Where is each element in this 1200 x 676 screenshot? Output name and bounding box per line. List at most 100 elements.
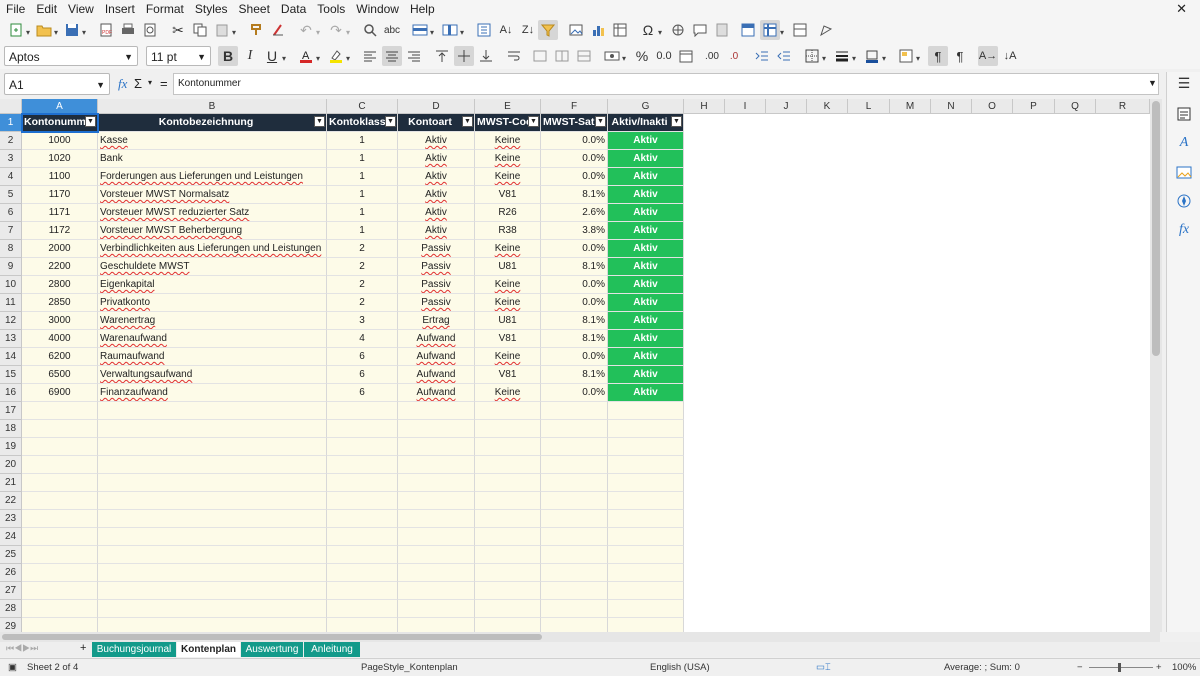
table-cell[interactable]: Eigenkapital [98,276,327,294]
menu-sheet[interactable]: Sheet [233,0,275,17]
sheet-tab-auswertung[interactable]: Auswertung [241,642,303,657]
row-header[interactable]: 16 [0,384,22,402]
table-cell[interactable]: Aktiv [398,222,475,240]
table-cell[interactable] [541,510,608,528]
table-cell[interactable]: Raumaufwand [98,348,327,366]
table-cell[interactable] [608,564,684,582]
chevron-down-icon[interactable]: ▼ [124,47,133,67]
font-color-icon[interactable]: A [296,46,316,66]
table-cell[interactable] [475,456,541,474]
table-cell[interactable] [22,600,98,618]
table-cell[interactable]: Aktiv [608,258,684,276]
table-cell[interactable]: Passiv [398,240,475,258]
table-cell[interactable]: 8.1% [541,186,608,204]
table-cell[interactable]: Vorsteuer MWST Normalsatz [98,186,327,204]
sheet-tab-anleitung[interactable]: Anleitung [304,642,360,657]
column-header-g[interactable]: G [608,99,684,114]
row-header[interactable]: 12 [0,312,22,330]
table-cell[interactable] [22,546,98,564]
autofilter-icon[interactable] [538,20,558,40]
table-cell[interactable]: Warenertrag [98,312,327,330]
table-cell[interactable]: Aktiv [608,150,684,168]
table-cell[interactable]: Passiv [398,258,475,276]
table-cell[interactable] [608,546,684,564]
menu-file[interactable]: File [0,0,30,17]
table-cell[interactable]: 0.0% [541,168,608,186]
chevron-down-icon[interactable]: ▼ [96,74,105,96]
font-size-box[interactable]: 11 pt ▼ [146,46,211,66]
table-cell[interactable]: 1020 [22,150,98,168]
table-cell[interactable]: 8.1% [541,330,608,348]
split-window-icon[interactable] [790,20,810,40]
table-cell[interactable]: R38 [475,222,541,240]
save-icon[interactable] [62,20,82,40]
table-cell[interactable] [22,420,98,438]
table-cell[interactable]: Passiv [398,294,475,312]
table-cell[interactable] [541,564,608,582]
find-replace-icon[interactable] [360,20,380,40]
table-cell[interactable]: 6 [327,348,398,366]
table-cell[interactable]: Aktiv [608,240,684,258]
table-cell[interactable]: Aufwand [398,384,475,402]
table-cell[interactable] [98,546,327,564]
table-cell[interactable]: 6 [327,384,398,402]
table-cell[interactable] [98,600,327,618]
table-cell[interactable]: Aktiv [608,384,684,402]
row-header[interactable]: 7 [0,222,22,240]
table-cell[interactable]: Aktiv [398,204,475,222]
table-cell[interactable]: Verwaltungsaufwand [98,366,327,384]
row-header[interactable]: 6 [0,204,22,222]
table-cell[interactable] [327,564,398,582]
column-header-l[interactable]: L [848,99,890,114]
selection-mode-icon[interactable]: ▭⌶ [816,659,831,676]
table-cell[interactable]: 1000 [22,132,98,150]
comment-icon[interactable] [690,20,710,40]
special-character-icon[interactable]: Ω [638,20,658,40]
column-header-h[interactable]: H [684,99,725,114]
table-cell[interactable]: Aufwand [398,348,475,366]
table-cell[interactable]: 2.6% [541,204,608,222]
borders-icon[interactable] [802,46,822,66]
table-cell[interactable]: 4000 [22,330,98,348]
table-cell[interactable] [541,600,608,618]
table-cell[interactable]: Keine [475,150,541,168]
table-cell[interactable]: Forderungen aus Lieferungen und Leistung… [98,168,327,186]
table-cell[interactable]: 6500 [22,366,98,384]
row-header[interactable]: 29 [0,618,22,632]
table-cell[interactable]: Verbindlichkeiten aus Lieferungen und Le… [98,240,327,258]
table-cell[interactable] [475,564,541,582]
table-cell[interactable]: Aktiv [608,276,684,294]
table-cell[interactable]: Keine [475,348,541,366]
center-vertically-icon[interactable] [454,46,474,66]
table-cell[interactable]: 1172 [22,222,98,240]
menu-view[interactable]: View [62,0,99,17]
table-cell[interactable]: Geschuldete MWST [98,258,327,276]
table-cell[interactable]: 0.0% [541,348,608,366]
menu-insert[interactable]: Insert [99,0,140,17]
table-cell[interactable] [541,528,608,546]
table-cell[interactable] [608,528,684,546]
sheet-tab-buchungsjournal[interactable]: Buchungsjournal [92,642,176,657]
table-cell[interactable] [22,582,98,600]
menu-tools[interactable]: Tools [311,0,350,17]
table-cell[interactable] [475,474,541,492]
header-cell[interactable]: Kontoklass ▼ [327,114,398,132]
define-print-area-icon[interactable] [738,20,758,40]
row-header[interactable]: 25 [0,546,22,564]
row-header[interactable]: 17 [0,402,22,420]
header-cell[interactable]: MWST-Coc ▼ [475,114,541,132]
row-icon[interactable] [410,20,430,40]
table-cell[interactable] [475,528,541,546]
table-cell[interactable] [541,456,608,474]
row-header[interactable]: 27 [0,582,22,600]
headers-footers-icon[interactable] [712,20,732,40]
column-header-d[interactable]: D [398,99,475,114]
table-cell[interactable]: Vorsteuer MWST reduzierter Satz [98,204,327,222]
table-cell[interactable]: 1 [327,204,398,222]
border-style-icon[interactable] [832,46,852,66]
pivot-table-icon[interactable] [610,20,630,40]
table-cell[interactable]: Aktiv [398,150,475,168]
font-name-box[interactable]: Aptos ▼ [4,46,138,66]
table-cell[interactable]: 8.1% [541,312,608,330]
table-cell[interactable]: Aktiv [398,132,475,150]
